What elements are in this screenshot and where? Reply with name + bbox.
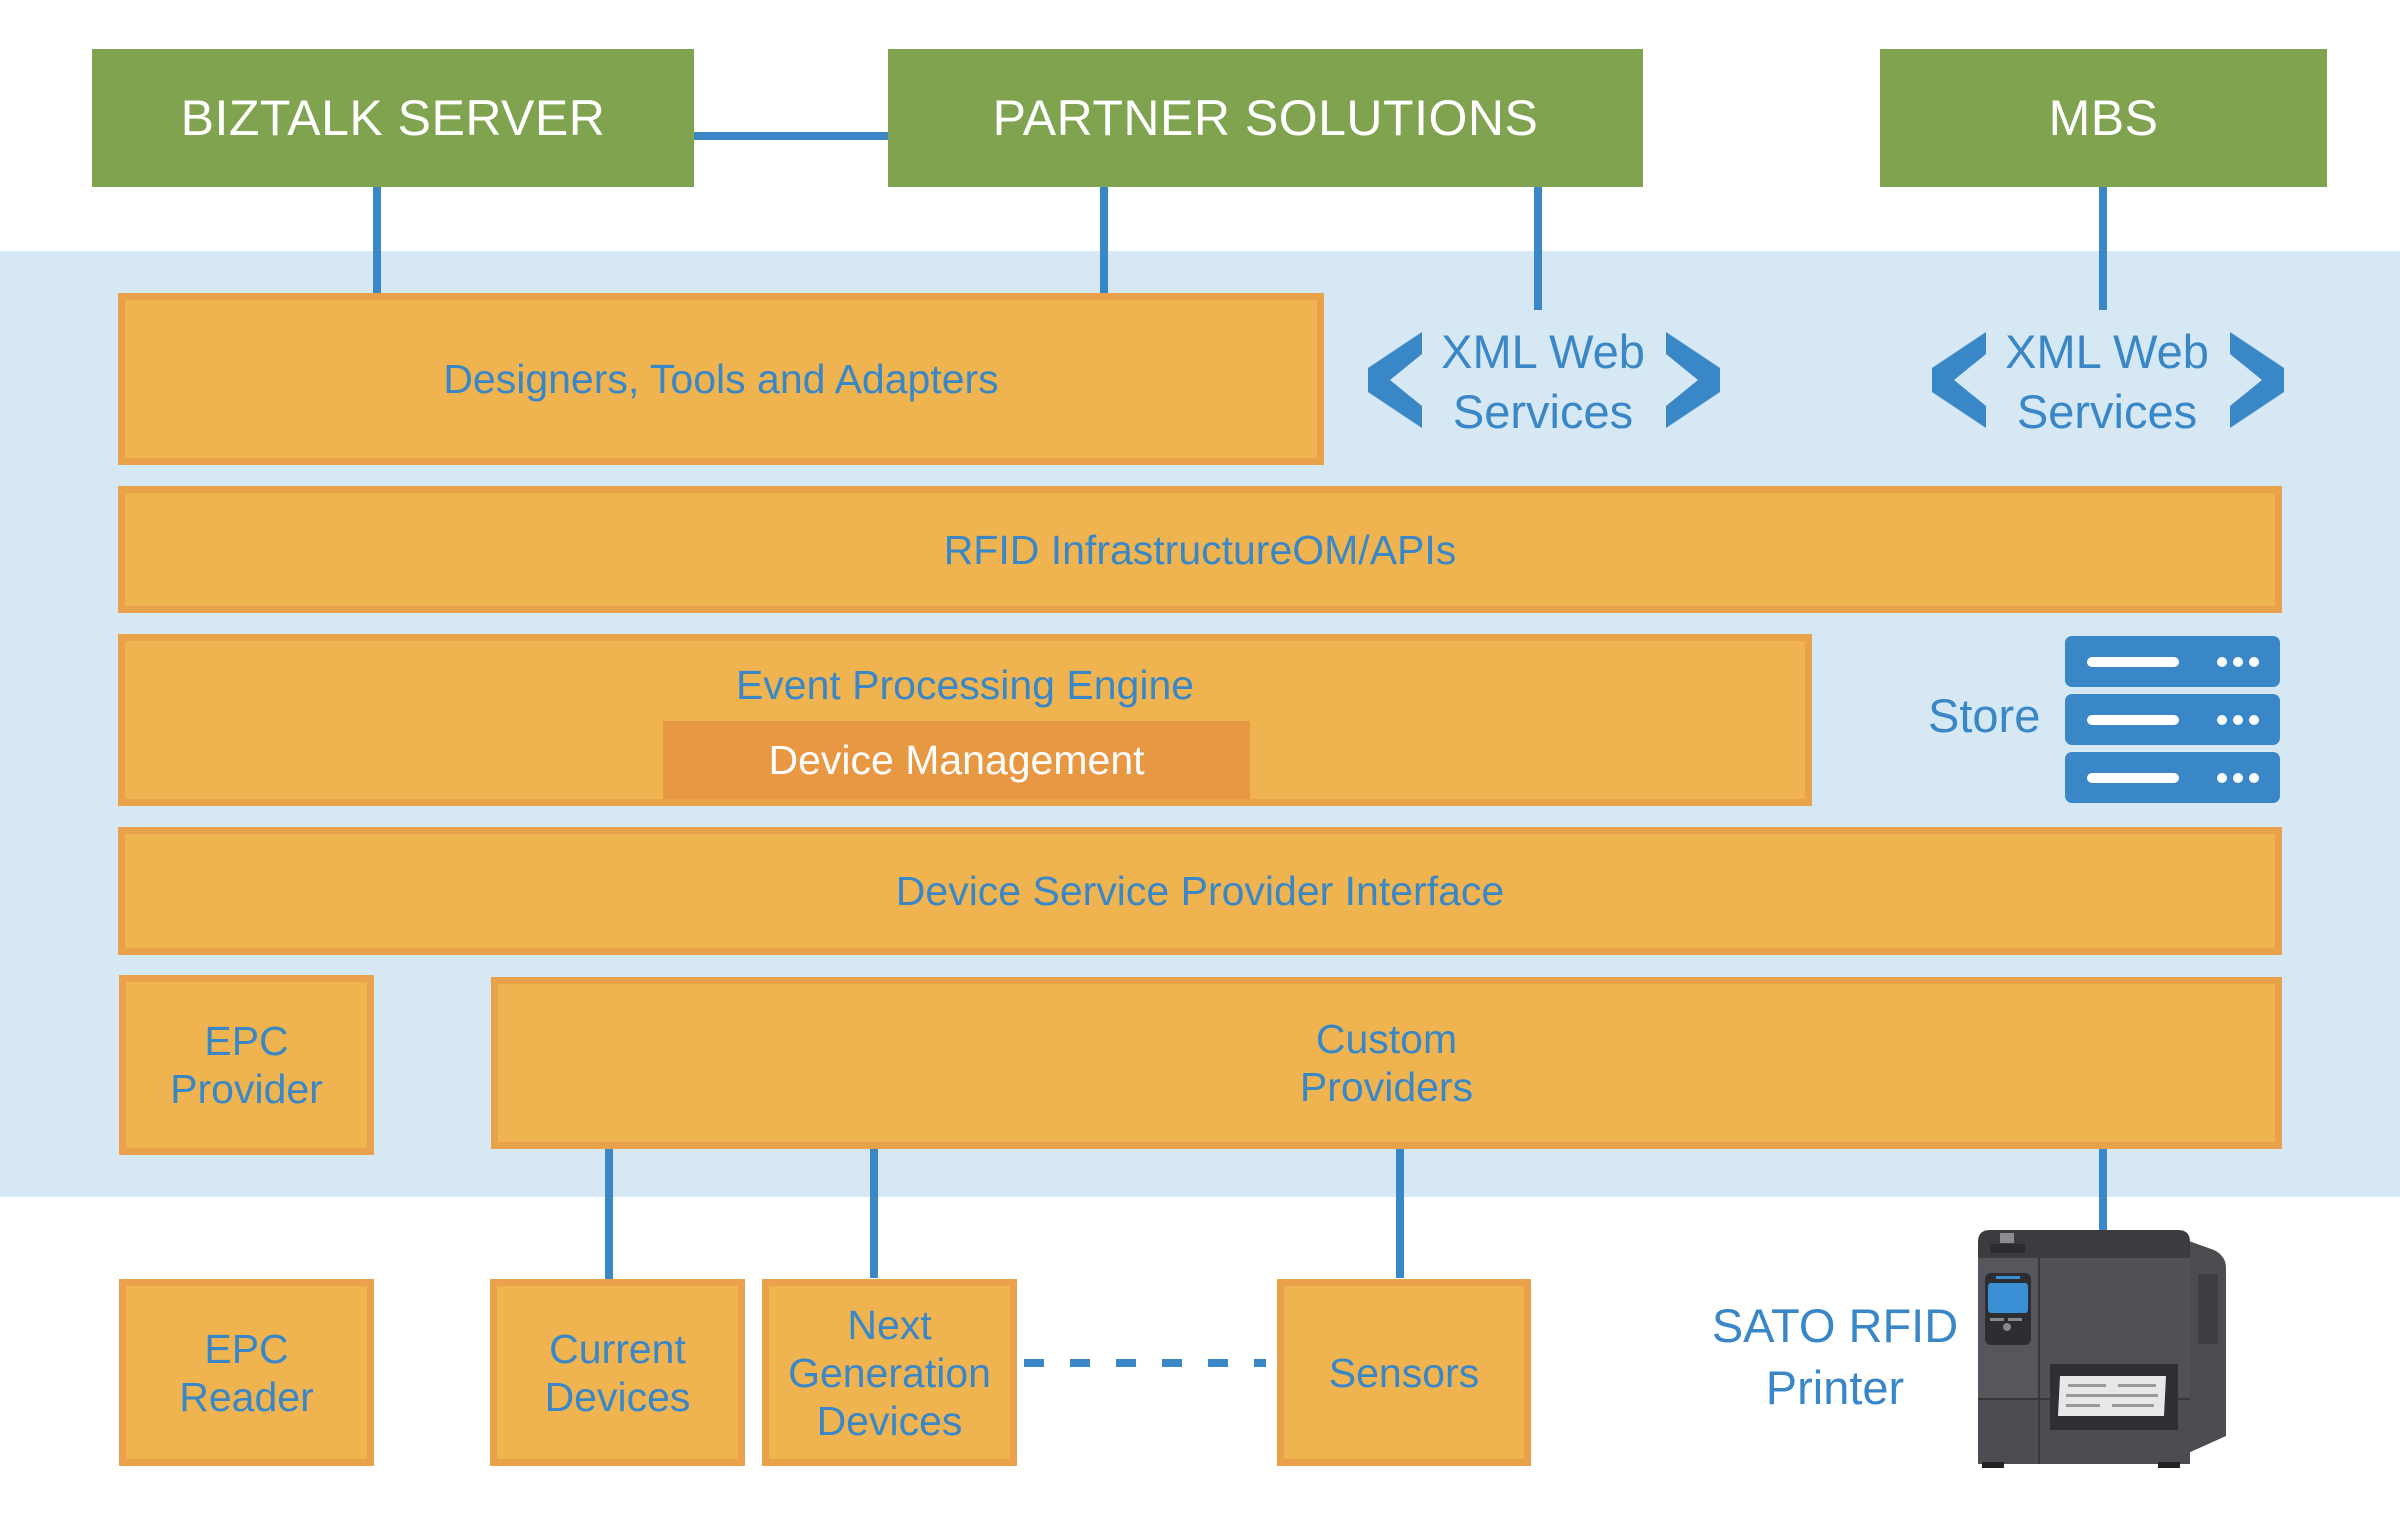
connector-partner-designers — [1100, 187, 1108, 294]
epc-reader-box: EPC Reader — [119, 1279, 374, 1466]
connector-biztalk-partner — [693, 132, 889, 140]
connector-biztalk-designers — [373, 187, 381, 294]
chevron-right-icon — [1666, 332, 1720, 428]
dashed-connector-nextgen-sensors — [1024, 1359, 1274, 1367]
mbs-label: MBS — [2048, 90, 2159, 146]
rfid-printer-icon — [1978, 1230, 2226, 1468]
printer-label-line1: SATO RFID — [1711, 1299, 1959, 1352]
sensors-label: Sensors — [1328, 1349, 1480, 1396]
rfid-infrastructure-om-apis-layer: RFID InfrastructureOM/APIs — [118, 486, 2282, 613]
database-server-icon — [2065, 636, 2280, 803]
epc-reader-line1: EPC — [204, 1325, 289, 1372]
next-generation-devices-box: Next Generation Devices — [762, 1279, 1017, 1466]
chevron-left-icon — [1932, 332, 1986, 428]
custom-providers-line1: Custom — [1315, 1016, 1458, 1062]
sensors-box: Sensors — [1277, 1279, 1531, 1466]
event-processing-engine-label: Event Processing Engine — [735, 662, 1195, 708]
device-management-box: Device Management — [663, 721, 1250, 799]
designers-tools-adapters-layer: Designers, Tools and Adapters — [118, 293, 1324, 465]
xml-web-services-partner: XML Web Services — [1366, 322, 1720, 438]
connector-custom-nextgen — [870, 1148, 878, 1278]
custom-providers-line2: Providers — [1299, 1064, 1474, 1110]
next-generation-line3: Devices — [816, 1397, 963, 1444]
chevron-left-icon — [1368, 332, 1422, 428]
partner-solutions-box: PARTNER SOLUTIONS — [888, 49, 1643, 187]
xml-web-services-line2: Services — [1452, 385, 1634, 438]
printer-label-line2: Printer — [1765, 1361, 1905, 1414]
server-unit — [2065, 694, 2280, 745]
next-generation-line2: Generation — [788, 1349, 991, 1396]
server-unit — [2065, 752, 2280, 803]
device-management-label: Device Management — [768, 737, 1145, 783]
designers-label: Designers, Tools and Adapters — [443, 356, 999, 402]
dspi-label: Device Service Provider Interface — [895, 868, 1505, 914]
xml-web-services-mbs: XML Web Services — [1930, 322, 2284, 438]
partner-solutions-label: PARTNER SOLUTIONS — [992, 90, 1539, 146]
current-devices-box: Current Devices — [490, 1279, 745, 1466]
connector-partner-webservices — [1534, 187, 1542, 310]
epc-provider-line2: Provider — [170, 1066, 323, 1112]
device-service-provider-interface-layer: Device Service Provider Interface — [118, 827, 2282, 955]
connector-custom-sensors — [1396, 1148, 1404, 1278]
connector-mbs-webservices — [2099, 187, 2107, 310]
sato-rfid-printer-label: SATO RFID Printer — [1690, 1295, 1980, 1419]
epc-provider-box: EPC Provider — [119, 975, 374, 1155]
event-processing-engine-layer: Event Processing Engine Device Managemen… — [118, 634, 1812, 806]
mbs-box: MBS — [1880, 49, 2327, 187]
next-generation-line1: Next — [847, 1301, 932, 1348]
chevron-right-icon — [2230, 332, 2284, 428]
server-unit — [2065, 636, 2280, 687]
xml-web-services-line1: XML Web — [1441, 325, 1645, 378]
xml-web-services-label: XML Web Services — [1984, 322, 2230, 442]
biztalk-server-label: BIZTALK SERVER — [180, 90, 606, 146]
store-label: Store — [1928, 689, 2041, 742]
epc-reader-line2: Reader — [179, 1373, 314, 1420]
epc-provider-line1: EPC — [204, 1018, 289, 1064]
xml-web-services-line2: Services — [2016, 385, 2198, 438]
rfid-om-label: RFID InfrastructureOM/APIs — [943, 526, 1457, 573]
xml-web-services-label: XML Web Services — [1420, 322, 1666, 442]
biztalk-server-box: BIZTALK SERVER — [92, 49, 694, 187]
connector-custom-current — [605, 1148, 613, 1280]
current-devices-line1: Current — [549, 1325, 686, 1372]
custom-providers-box: Custom Providers — [491, 977, 2282, 1149]
connector-platform-printer — [2099, 1148, 2107, 1230]
current-devices-line2: Devices — [544, 1373, 691, 1420]
xml-web-services-line1: XML Web — [2005, 325, 2209, 378]
